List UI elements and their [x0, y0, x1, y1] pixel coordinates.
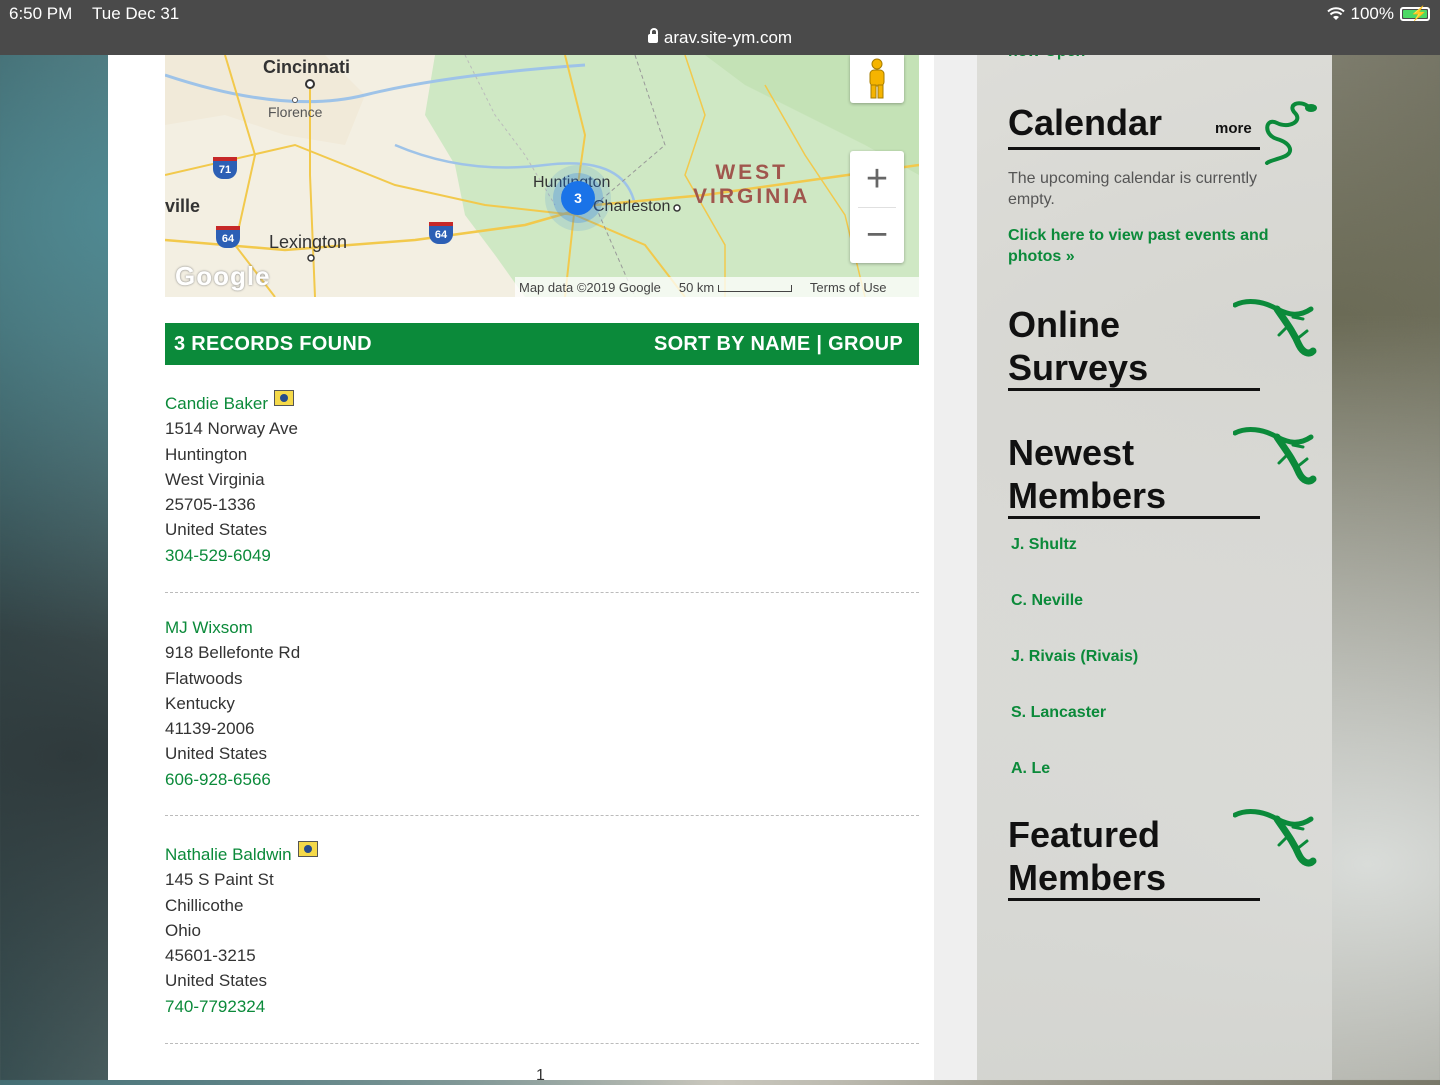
status-date: Tue Dec 31 [92, 4, 180, 23]
highway-64-shield-east: 64 [429, 222, 453, 244]
member-name-link[interactable]: MJ Wixsom [165, 615, 253, 640]
record-city: Chillicothe [165, 895, 244, 915]
record-city: Flatwoods [165, 668, 243, 688]
sort-by-group-link[interactable]: GROUP [828, 333, 903, 355]
sidebar: now Open Calendar more The upcoming cale… [977, 43, 1332, 1080]
newest-member-link[interactable]: S. Lancaster [1011, 704, 1106, 722]
record-country: United States [165, 744, 268, 764]
lock-icon [647, 28, 658, 43]
terms-of-use-link[interactable]: Terms of Use [810, 280, 887, 295]
record-country: United States [165, 971, 268, 991]
map-state-line1: WEST [715, 161, 788, 184]
street-view-pegman[interactable] [850, 55, 904, 103]
record-zip: 45601-3215 [165, 946, 256, 966]
lizard-icon [1233, 427, 1317, 485]
featured-members-title: Featured Members [1008, 814, 1167, 898]
url-text: arav.site-ym.com [663, 28, 793, 47]
highway-71-shield: 71 [213, 157, 237, 179]
online-surveys-title: Online Surveys [1008, 304, 1149, 388]
record-divider [165, 592, 919, 593]
record-city: Huntington [165, 444, 248, 464]
lizard-icon [1233, 299, 1317, 357]
newest-member-link[interactable]: J. Rivais (Rivais) [1011, 648, 1138, 666]
map-attribution: Map data ©2019 Google 50 km Terms of Use [515, 277, 919, 297]
pagination-page[interactable]: 1 [536, 1067, 545, 1085]
battery-percent: 100% [1350, 4, 1394, 23]
map-zoom-control: + − [850, 151, 904, 263]
record-zip: 25705-1336 [165, 495, 256, 515]
photo-icon[interactable] [297, 840, 318, 857]
record-street: 1514 Norway Ave [165, 419, 298, 439]
record-country: United States [165, 520, 268, 540]
map-data-text: Map data ©2019 Google [519, 279, 661, 295]
map-city-florence: Florence [268, 104, 323, 120]
wifi-icon [1326, 7, 1345, 20]
zoom-out-button[interactable]: − [850, 207, 904, 263]
lizard-icon [1233, 809, 1317, 867]
map-scale: 50 km [679, 280, 792, 295]
zoom-in-button[interactable]: + [850, 151, 904, 207]
newest-member-link[interactable]: A. Le [1011, 760, 1050, 778]
record-street: 918 Bellefonte Rd [165, 643, 301, 663]
newest-member-link[interactable]: J. Shultz [1011, 536, 1077, 554]
page-left-gutter [108, 55, 150, 1080]
record-state: Kentucky [165, 693, 235, 713]
record-phone-link[interactable]: 740-7792324 [165, 994, 919, 1019]
newest-member-link[interactable]: C. Neville [1011, 592, 1083, 610]
map[interactable]: Cincinnati Florence ville Lexington Hunt… [165, 55, 919, 297]
record-phone-link[interactable]: 304-529-6049 [165, 543, 919, 568]
map-cluster-marker[interactable]: 3 [561, 181, 595, 215]
record-item: Nathalie Baldwin 145 S Paint St Chillico… [165, 840, 919, 1019]
map-state-line2: VIRGINIA [693, 185, 811, 208]
main-content: Cincinnati Florence ville Lexington Hunt… [150, 55, 934, 1084]
map-state-label: WEST VIRGINIA [693, 161, 810, 209]
sort-label: SORT BY [653, 332, 745, 355]
map-city-ville: ville [165, 196, 201, 216]
calendar-rule [1008, 147, 1260, 150]
sort-by-name-link[interactable]: NAME [750, 333, 810, 355]
calendar-title: Calendar [1008, 102, 1163, 143]
record-divider [165, 815, 919, 816]
record-item: MJ Wixsom 918 Bellefonte Rd Flatwoods Ke… [165, 615, 919, 792]
record-state: Ohio [165, 920, 201, 940]
surveys-rule [1008, 388, 1260, 391]
status-bar: 6:50 PM Tue Dec 31 arav.site-ym.com 100%… [0, 0, 1440, 55]
records-header: 3 RECORDS FOUND SORT BY NAME | GROUP [165, 323, 919, 365]
pegman-icon [869, 58, 885, 99]
map-city-lexington: Lexington [269, 232, 348, 252]
member-name-link[interactable]: Candie Baker [165, 389, 295, 416]
address-bar[interactable]: arav.site-ym.com [0, 28, 1440, 48]
record-zip: 41139-2006 [165, 719, 255, 739]
featured-rule [1008, 898, 1260, 901]
member-name-link[interactable]: Nathalie Baldwin [165, 840, 318, 867]
photo-icon[interactable] [274, 389, 295, 406]
snake-icon [1265, 101, 1317, 165]
status-time: 6:50 PM [9, 4, 73, 23]
newest-members-title: Newest Members [1008, 432, 1167, 516]
highway-64-shield: 64 [216, 226, 240, 248]
records-count: 3 RECORDS FOUND [174, 332, 372, 355]
battery-icon: ⚡ [1400, 6, 1430, 21]
record-divider [165, 1043, 919, 1044]
record-phone-link[interactable]: 606-928-6566 [165, 767, 919, 792]
sort-controls: SORT BY NAME | GROUP [654, 333, 903, 356]
record-item: Candie Baker 1514 Norway Ave Huntington … [165, 389, 919, 568]
google-logo: Google [175, 261, 271, 291]
record-street: 145 S Paint St [165, 870, 274, 890]
map-city-charleston: Charleston [593, 198, 671, 215]
calendar-more-link[interactable]: more [1215, 120, 1252, 137]
status-indicators: 100% ⚡ [1326, 4, 1430, 24]
record-state: West Virginia [165, 469, 265, 489]
past-events-link[interactable]: Click here to view past events and photo… [1008, 225, 1298, 267]
sort-separator: | [816, 332, 823, 355]
newest-rule [1008, 516, 1260, 519]
map-city-cincinnati: Cincinnati [263, 57, 351, 77]
calendar-empty-text: The upcoming calendar is currently empty… [1008, 170, 1258, 208]
page-right-gutter [934, 55, 977, 1080]
